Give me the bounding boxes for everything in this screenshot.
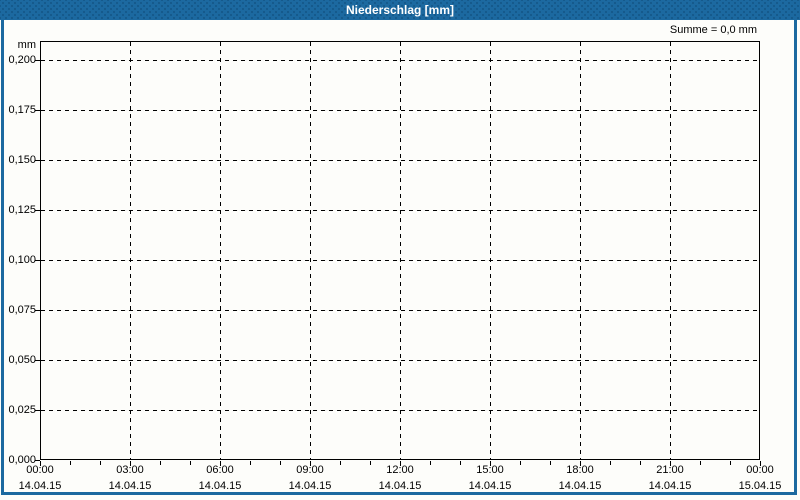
x-axis-date-label: 14.04.15 bbox=[558, 480, 602, 492]
x-axis-date-label: 14.04.15 bbox=[648, 480, 692, 492]
window-border-right bbox=[794, 20, 797, 495]
x-axis-date-label: 15.04.15 bbox=[738, 480, 782, 492]
x-axis-minor-tick bbox=[430, 461, 431, 465]
x-axis-major-tick bbox=[130, 461, 131, 466]
x-axis-minor-tick bbox=[160, 461, 161, 465]
x-axis-minor-tick bbox=[190, 461, 191, 465]
y-axis-tick bbox=[35, 360, 40, 361]
x-axis-major-tick bbox=[400, 461, 401, 466]
x-gridline bbox=[310, 42, 311, 459]
y-axis-tick-label: 0,125 bbox=[8, 204, 36, 216]
x-axis-minor-tick bbox=[100, 461, 101, 465]
window-titlebar: Niederschlag [mm] bbox=[0, 0, 800, 20]
window-title: Niederschlag [mm] bbox=[345, 3, 455, 17]
y-axis-unit-label: mm bbox=[17, 39, 36, 51]
y-axis-tick-label: 0,150 bbox=[8, 154, 36, 166]
y-axis-tick-label: 0,025 bbox=[8, 404, 36, 416]
x-axis-minor-tick bbox=[460, 461, 461, 465]
x-axis-date-label: 14.04.15 bbox=[378, 480, 422, 492]
x-axis-minor-tick bbox=[550, 461, 551, 465]
x-axis-minor-tick bbox=[250, 461, 251, 465]
y-axis-tick bbox=[35, 260, 40, 261]
x-axis-major-tick bbox=[760, 461, 761, 466]
x-gridline bbox=[130, 42, 131, 459]
y-axis-tick bbox=[35, 210, 40, 211]
y-axis-tick bbox=[35, 60, 40, 61]
x-gridline bbox=[670, 42, 671, 459]
y-axis-tick bbox=[35, 160, 40, 161]
y-axis-tick-label: 0,200 bbox=[8, 54, 36, 66]
x-axis-major-tick bbox=[220, 461, 221, 466]
x-axis-minor-tick bbox=[610, 461, 611, 465]
y-axis-tick bbox=[35, 310, 40, 311]
x-axis-minor-tick bbox=[370, 461, 371, 465]
window-border-bottom bbox=[1, 492, 797, 495]
precipitation-chart-window: Niederschlag [mm] Summe = 0,0 mm mm 0,00… bbox=[0, 0, 800, 500]
x-gridline bbox=[490, 42, 491, 459]
x-axis-major-tick bbox=[310, 461, 311, 466]
x-axis-minor-tick bbox=[520, 461, 521, 465]
x-axis-date-label: 14.04.15 bbox=[288, 480, 332, 492]
x-axis-major-tick bbox=[490, 461, 491, 466]
y-axis-tick-label: 0,050 bbox=[8, 354, 36, 366]
x-axis-minor-tick bbox=[730, 461, 731, 465]
plot-area bbox=[40, 41, 760, 460]
x-gridline bbox=[580, 42, 581, 459]
x-axis-date-label: 14.04.15 bbox=[198, 480, 242, 492]
y-axis-tick-label: 0,100 bbox=[8, 254, 36, 266]
x-axis-major-tick bbox=[670, 461, 671, 466]
x-axis-major-tick bbox=[580, 461, 581, 466]
y-axis-tick-label: 0,075 bbox=[8, 304, 36, 316]
x-axis-major-tick bbox=[40, 461, 41, 466]
y-axis-tick-label: 0,175 bbox=[8, 104, 36, 116]
x-axis-minor-tick bbox=[340, 461, 341, 465]
x-axis-minor-tick bbox=[70, 461, 71, 465]
sum-label: Summe = 0,0 mm bbox=[669, 24, 757, 36]
x-axis-date-label: 14.04.15 bbox=[108, 480, 152, 492]
x-gridline bbox=[220, 42, 221, 459]
x-axis-date-label: 14.04.15 bbox=[468, 480, 512, 492]
x-axis-minor-tick bbox=[700, 461, 701, 465]
x-axis-minor-tick bbox=[280, 461, 281, 465]
x-gridline bbox=[400, 42, 401, 459]
x-axis-minor-tick bbox=[640, 461, 641, 465]
y-axis-tick bbox=[35, 110, 40, 111]
x-axis-date-label: 14.04.15 bbox=[18, 480, 62, 492]
y-axis-tick bbox=[35, 410, 40, 411]
